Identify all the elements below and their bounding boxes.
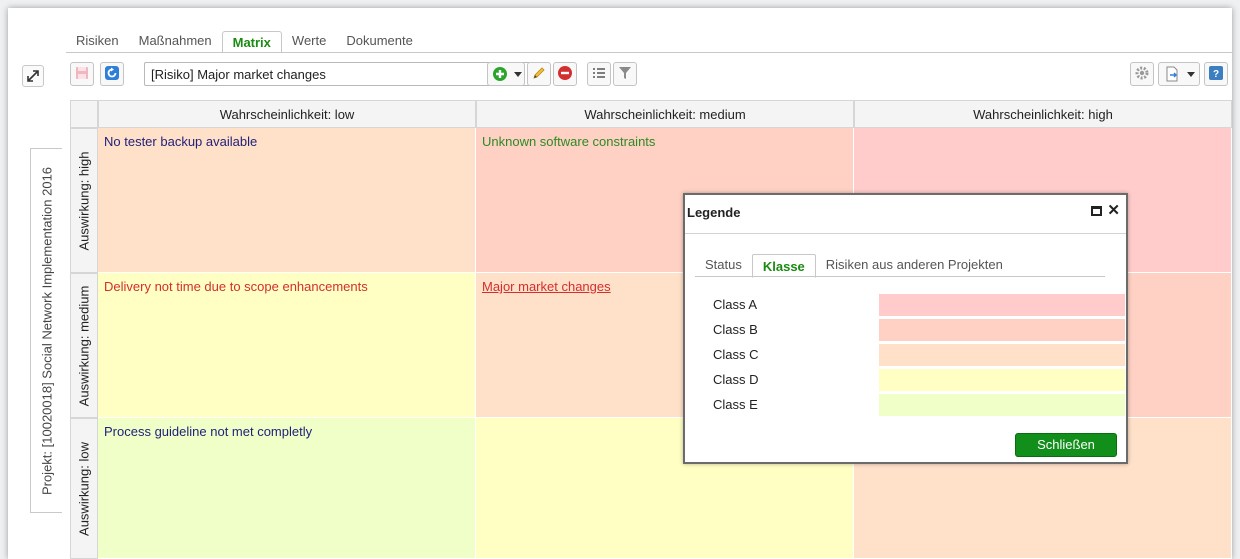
row-header-medium: Auswirkung: medium <box>70 273 98 418</box>
project-side-tab[interactable]: Projekt: [10020018] Social Network Imple… <box>30 148 62 513</box>
dialog-divider <box>685 233 1126 234</box>
help-icon: ? <box>1209 65 1223 83</box>
class-swatch <box>879 294 1125 316</box>
filter-button[interactable] <box>613 62 637 86</box>
toolbar: [Risiko] Major market changes ? <box>70 62 1232 88</box>
add-icon <box>492 66 508 85</box>
save-icon <box>75 66 89 83</box>
row-header-high: Auswirkung: high <box>70 128 98 273</box>
edit-button[interactable] <box>527 62 551 86</box>
tab-klasse[interactable]: Klasse <box>751 254 816 278</box>
legend-class-row: Class B <box>703 319 1125 341</box>
app-frame: Projekt: [10020018] Social Network Imple… <box>8 8 1232 559</box>
add-button[interactable] <box>487 62 525 86</box>
risk-entry[interactable]: Unknown software constraints <box>482 134 847 149</box>
column-header-medium: Wahrscheinlichkeit: medium <box>476 100 854 128</box>
class-swatch <box>879 319 1125 341</box>
delete-icon <box>557 65 573 84</box>
legend-class-row: Class D <box>703 369 1125 391</box>
tab-massnahmen[interactable]: Maßnahmen <box>129 30 222 52</box>
matrix-cell-medium-low[interactable]: Delivery not time due to scope enhanceme… <box>98 273 476 418</box>
tab-werte[interactable]: Werte <box>282 30 336 52</box>
legend-class-row: Class E <box>703 394 1125 416</box>
risk-entry[interactable]: No tester backup available <box>104 134 469 149</box>
column-header-low: Wahrscheinlichkeit: low <box>98 100 476 128</box>
help-button[interactable]: ? <box>1204 62 1228 86</box>
row-header-high-label: Auswirkung: high <box>76 151 92 250</box>
class-label: Class A <box>713 297 758 312</box>
edit-pencil-icon <box>531 65 547 84</box>
row-header-medium-label: Auswirkung: medium <box>76 285 92 406</box>
tab-status[interactable]: Status <box>695 253 752 277</box>
dropdown-icon[interactable] <box>514 72 522 77</box>
tab-risiken[interactable]: Risiken <box>66 30 129 52</box>
main-tabs: Risiken Maßnahmen Matrix Werte Dokumente <box>66 30 423 53</box>
refresh-icon <box>104 65 120 84</box>
filter-icon <box>618 66 632 83</box>
export-button[interactable] <box>1158 62 1200 86</box>
class-swatch <box>879 394 1125 416</box>
settings-button[interactable] <box>1130 62 1154 86</box>
tab-divider <box>66 52 1232 53</box>
svg-text:?: ? <box>1213 69 1219 80</box>
maximize-icon[interactable] <box>1091 206 1102 216</box>
expand-icon[interactable] <box>22 65 44 87</box>
project-label: Projekt: [10020018] Social Network Imple… <box>39 166 55 496</box>
legend-class-row: Class A <box>703 294 1125 316</box>
risk-entry[interactable]: Delivery not time due to scope enhanceme… <box>104 279 469 294</box>
settings-icon <box>1134 65 1150 84</box>
class-label: Class D <box>713 372 759 387</box>
matrix-cell-high-low[interactable]: No tester backup available <box>98 128 476 273</box>
row-header-low-label: Auswirkung: low <box>76 441 92 536</box>
save-button[interactable] <box>70 62 94 86</box>
column-header-high: Wahrscheinlichkeit: high <box>854 100 1232 128</box>
risk-entry[interactable]: Process guideline not met completly <box>104 424 469 439</box>
export-icon <box>1164 66 1180 85</box>
class-label: Class E <box>713 397 758 412</box>
refresh-button[interactable] <box>100 62 124 86</box>
chevron-down-icon[interactable] <box>1187 72 1195 77</box>
matrix-corner <box>70 100 98 128</box>
legend-tabs: Status Klasse Risiken aus anderen Projek… <box>695 251 1013 278</box>
dialog-title: Legende <box>687 205 741 220</box>
class-label: Class B <box>713 322 758 337</box>
legend-dialog: Legende ✕ Status Klasse Risiken aus ande… <box>683 193 1128 464</box>
matrix-cell-low-low[interactable]: Process guideline not met completly <box>98 418 476 559</box>
list-button[interactable] <box>587 62 611 86</box>
delete-button[interactable] <box>553 62 577 86</box>
legend-tab-divider <box>695 276 1105 277</box>
tab-dokumente[interactable]: Dokumente <box>336 30 422 52</box>
class-label: Class C <box>713 347 759 362</box>
close-icon[interactable]: ✕ <box>1107 201 1120 219</box>
tab-matrix[interactable]: Matrix <box>221 31 282 53</box>
row-header-low: Auswirkung: low <box>70 418 98 559</box>
legend-class-row: Class C <box>703 344 1125 366</box>
risk-select-value: [Risiko] Major market changes <box>151 66 326 82</box>
close-button[interactable]: Schließen <box>1015 433 1117 457</box>
risk-select[interactable]: [Risiko] Major market changes <box>144 62 544 86</box>
class-swatch <box>879 369 1125 391</box>
list-icon <box>592 66 606 83</box>
class-swatch <box>879 344 1125 366</box>
tab-other-projects[interactable]: Risiken aus anderen Projekten <box>816 253 1013 277</box>
